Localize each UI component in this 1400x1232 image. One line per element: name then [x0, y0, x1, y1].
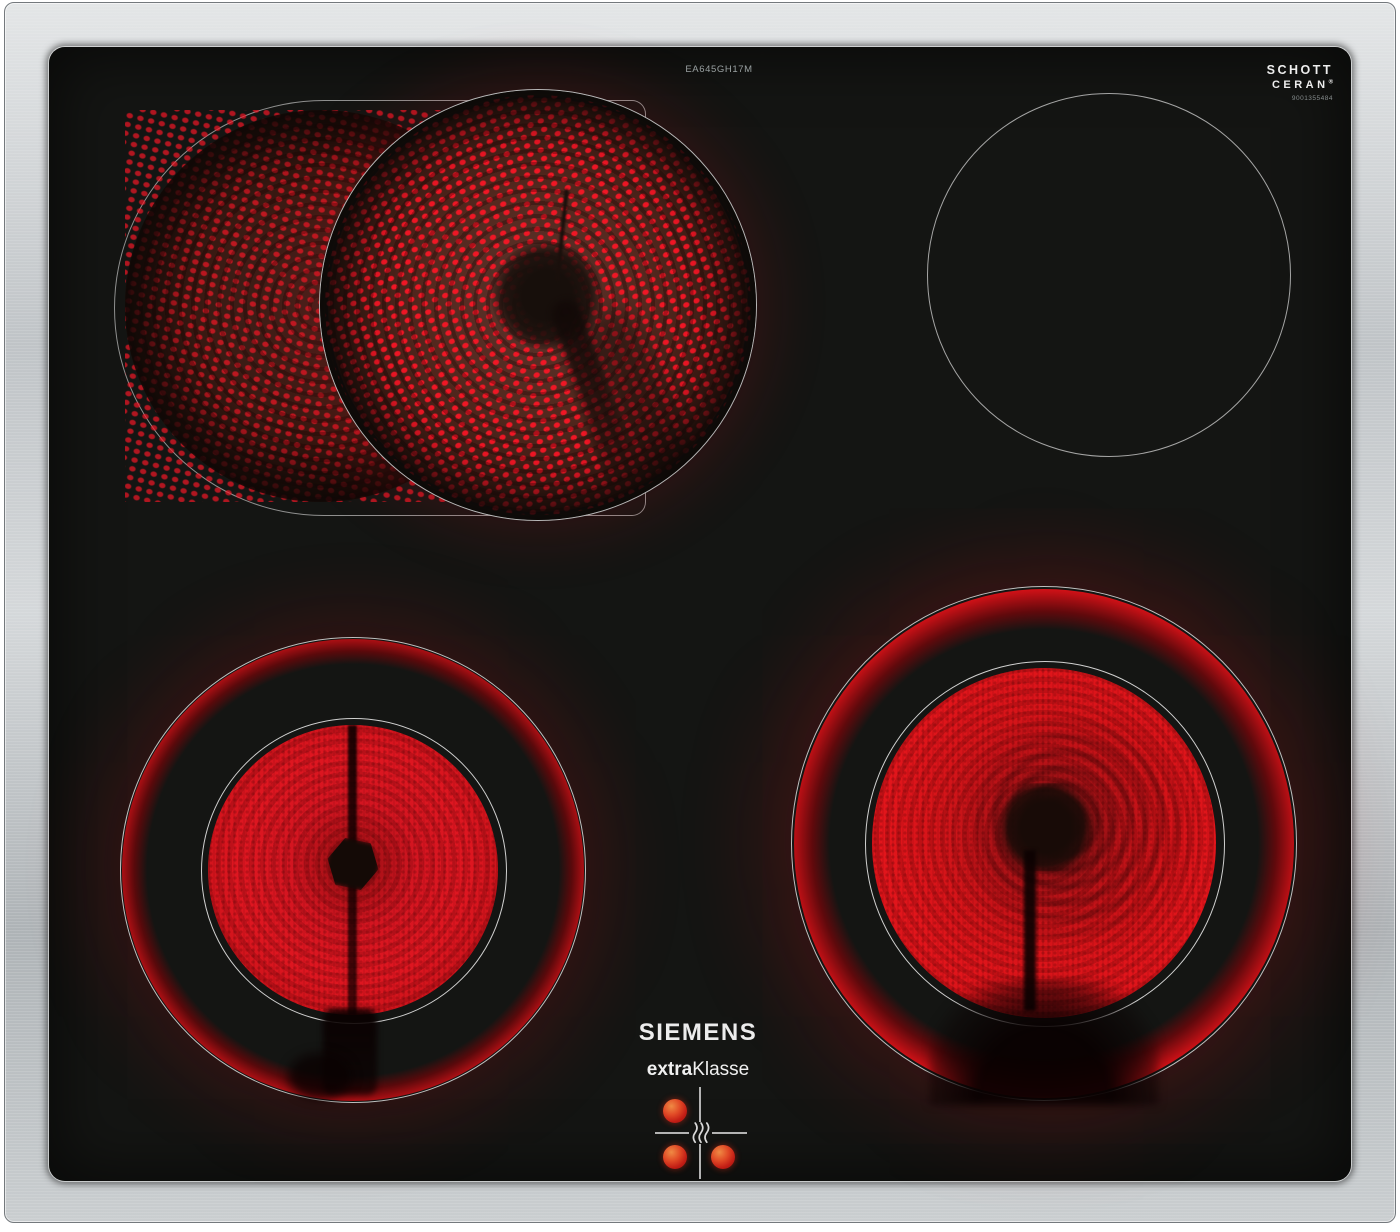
cooking-zone-bottom-right: [791, 586, 1297, 1101]
extraklasse-suffix: Klasse: [692, 1059, 749, 1080]
indicator-dot-top-left: [663, 1099, 687, 1123]
indicator-line-right: [712, 1132, 747, 1134]
stainless-steel-frame: EA645GH17M SCHOTT CERAN® 9001355484: [4, 2, 1396, 1223]
residual-heat-indicator: [655, 1087, 747, 1179]
product-photo-cooktop: EA645GH17M SCHOTT CERAN® 9001355484: [0, 0, 1400, 1232]
indicator-line-top: [699, 1087, 701, 1122]
ceramic-glass-surface: EA645GH17M SCHOTT CERAN® 9001355484: [49, 47, 1351, 1181]
indicator-line-bottom: [699, 1144, 701, 1179]
wiring-blob-shadow: [288, 1053, 352, 1099]
inner-coil-disc: [872, 668, 1216, 1018]
cooking-zone-top-left-main-burner: [319, 89, 757, 521]
schott-ceran-logo: SCHOTT CERAN® 9001355484: [1267, 63, 1333, 104]
indicator-dot-bottom-left: [663, 1145, 687, 1169]
coil-center-shadow: [998, 783, 1094, 871]
cooking-zone-bottom-left: [120, 637, 586, 1103]
cooking-zone-top-right-outline: [927, 93, 1291, 457]
extraklasse-prefix: extra: [647, 1059, 692, 1080]
glass-serial-number: 9001355484: [1267, 95, 1333, 103]
schott-logo-line2: CERAN®: [1267, 79, 1333, 93]
burner-rim-fade: [320, 90, 756, 520]
siemens-logo: SIEMENS: [598, 1019, 798, 1047]
schott-logo-line1: SCHOTT: [1267, 63, 1333, 79]
wiring-fan-shadow: [929, 980, 1159, 1105]
extraklasse-logo: extraKlasse: [598, 1059, 798, 1081]
indicator-dot-bottom-right: [711, 1145, 735, 1169]
registered-trademark-icon: ®: [1329, 79, 1333, 85]
heat-waves-icon: [692, 1122, 710, 1144]
inner-coil-disc: [208, 725, 498, 1015]
indicator-line-left: [655, 1132, 689, 1134]
model-number-label: EA645GH17M: [609, 64, 829, 75]
